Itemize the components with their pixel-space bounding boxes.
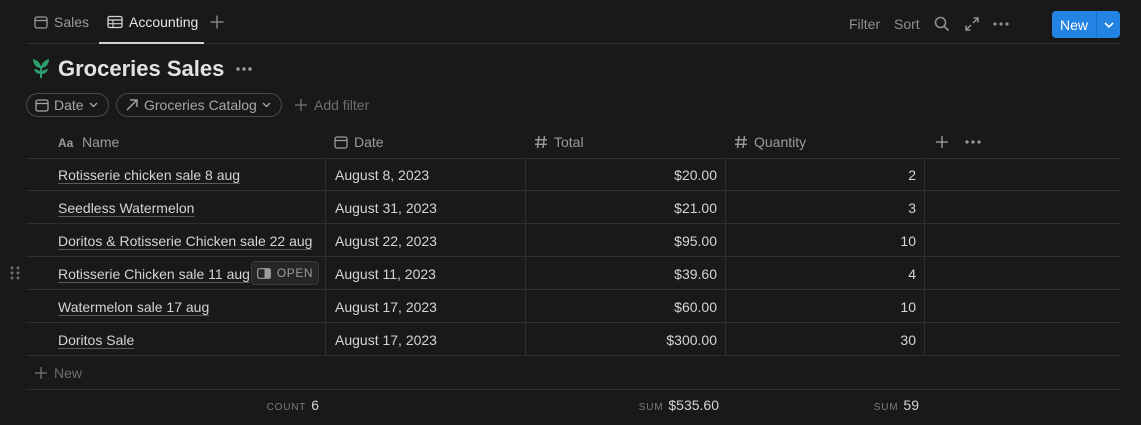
calendar-icon [34,15,48,29]
filter-chip-label: Groceries Catalog [144,97,257,113]
view-tabs-bar: Sales Accounting [26,0,1120,44]
more-options-icon[interactable] [993,0,1009,48]
plus-icon [34,366,48,380]
open-row-button[interactable]: OPEN [251,261,319,285]
row-title[interactable]: Rotisserie Chicken sale 11 aug [58,266,250,282]
cell-name[interactable]: Seedless Watermelon [58,191,325,224]
column-header-quantity[interactable]: Quantity [734,125,806,159]
column-label: Name [82,134,120,150]
cell-total[interactable]: $95.00 [525,224,725,257]
table-icon [107,15,123,29]
chevron-down-icon[interactable] [1096,11,1120,38]
cell-total[interactable]: $60.00 [525,290,725,323]
open-label: OPEN [276,266,314,280]
hash-icon [534,135,548,149]
cell-total[interactable]: $300.00 [525,323,725,356]
calendar-icon [35,98,49,112]
side-peek-icon [256,267,271,279]
calculation-sum-total[interactable]: SUM $535.60 [605,397,719,417]
cell-date[interactable]: August 17, 2023 [325,290,525,323]
calc-key: COUNT [266,402,307,413]
cell-date[interactable]: August 11, 2023 [325,257,525,290]
cell-date[interactable]: August 17, 2023 [325,323,525,356]
plus-icon [294,98,308,112]
sprout-icon[interactable] [31,57,51,79]
row-title[interactable]: Doritos Sale [58,332,134,348]
table-row[interactable]: Rotisserie chicken sale 8 aug August 8, … [26,158,1120,191]
calc-value: $535.60 [668,397,719,413]
expand-icon[interactable] [964,0,980,48]
cell-total[interactable]: $20.00 [525,158,725,191]
table-row[interactable]: Watermelon sale 17 aug August 17, 2023 $… [26,290,1120,323]
calculation-count[interactable]: COUNT 6 [225,397,319,417]
drag-handle-icon[interactable] [9,265,21,281]
cell-quantity[interactable]: 10 [725,224,925,257]
cell-name[interactable]: Doritos & Rotisserie Chicken sale 22 aug [58,224,325,257]
cell-name[interactable]: Doritos Sale [58,323,325,356]
add-property-icon[interactable] [934,134,950,150]
cell-quantity[interactable]: 10 [725,290,925,323]
new-record-button-group: New [1052,11,1120,38]
column-label: Total [554,134,584,150]
cell-quantity[interactable]: 30 [725,323,925,356]
cell-quantity[interactable]: 4 [725,257,925,290]
cell-name[interactable]: Watermelon sale 17 aug [58,290,325,323]
filter-chip-groceries-catalog[interactable]: Groceries Catalog [116,93,282,117]
column-header-date[interactable]: Date [334,125,384,159]
column-label: Quantity [754,134,807,150]
table-row[interactable]: Seedless Watermelon August 31, 2023 $21.… [26,191,1120,224]
calendar-icon [334,135,348,149]
cell-total[interactable]: $21.00 [525,191,725,224]
cell-name[interactable]: Rotisserie chicken sale 8 aug [58,158,325,191]
cell-total[interactable]: $39.60 [525,257,725,290]
add-row-label: New [54,365,83,381]
tab-label: Accounting [129,14,199,30]
filter-label: Filter [849,16,881,32]
table-row[interactable]: Doritos & Rotisserie Chicken sale 22 aug… [26,224,1120,257]
page-title[interactable]: Groceries Sales [58,55,224,83]
calc-key: SUM [873,402,899,413]
filter-button[interactable]: Filter [849,0,880,48]
row-title[interactable]: Rotisserie chicken sale 8 aug [58,167,240,183]
chevron-down-icon [89,102,98,108]
calc-value: 6 [311,397,319,413]
table-row[interactable]: Rotisserie Chicken sale 11 aug August 11… [26,257,1120,290]
cell-quantity[interactable]: 3 [725,191,925,224]
filter-chip-label: Date [54,97,84,113]
hash-icon [734,135,748,149]
calc-value: 59 [903,397,919,413]
svg-text:Aa: Aa [58,136,74,148]
column-header-total[interactable]: Total [534,125,584,159]
cell-date[interactable]: August 22, 2023 [325,224,525,257]
row-title[interactable]: Doritos & Rotisserie Chicken sale 22 aug [58,233,312,249]
new-button[interactable]: New [1052,11,1096,38]
tab-label: Sales [54,14,90,30]
calc-key: SUM [638,402,664,413]
add-view-plus-icon[interactable] [209,14,225,30]
add-row-button[interactable]: New [26,357,1120,390]
tab-sales[interactable]: Sales [34,0,89,44]
table-header: Aa Name Date Total Quantity [26,125,1120,159]
calculation-sum-quantity[interactable]: SUM 59 [825,397,919,417]
text-aa-icon: Aa [58,136,76,148]
cell-date[interactable]: August 8, 2023 [325,158,525,191]
sort-button[interactable]: Sort [894,0,920,48]
relation-arrow-icon [125,98,139,112]
sort-label: Sort [894,16,920,32]
row-title[interactable]: Watermelon sale 17 aug [58,299,209,315]
cell-date[interactable]: August 31, 2023 [325,191,525,224]
table-row[interactable]: Doritos Sale August 17, 2023 $300.00 30 [26,323,1120,356]
more-options-icon[interactable] [964,135,982,149]
filter-chip-date[interactable]: Date [26,93,109,117]
tab-accounting[interactable]: Accounting [99,0,205,44]
cell-quantity[interactable]: 2 [725,158,925,191]
chevron-down-icon [262,102,271,108]
row-title[interactable]: Seedless Watermelon [58,200,194,216]
more-options-icon[interactable] [235,62,253,76]
column-label: Date [354,134,384,150]
add-filter-button[interactable]: Add filter [294,93,369,117]
column-header-name[interactable]: Aa Name [58,125,119,159]
search-icon[interactable] [934,0,950,48]
add-filter-label: Add filter [314,97,370,113]
